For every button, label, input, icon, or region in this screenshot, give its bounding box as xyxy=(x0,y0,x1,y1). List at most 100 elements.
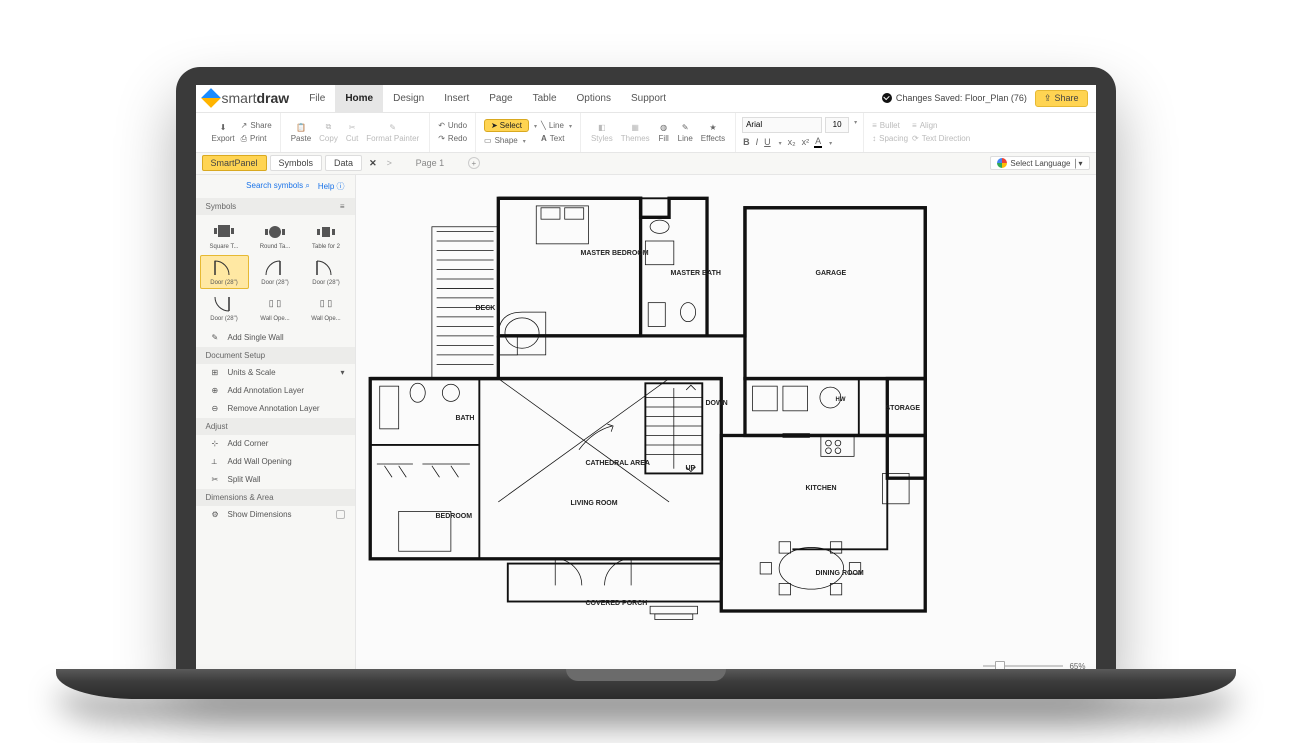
panel-close-button[interactable]: ✕ xyxy=(369,158,377,169)
cut-button[interactable]: ✂Cut xyxy=(342,121,362,143)
symbol-wall-opening-a[interactable]: ▯ ▯Wall Ope... xyxy=(251,291,300,325)
menu-support[interactable]: Support xyxy=(621,85,676,112)
brush-icon: ✎ xyxy=(387,121,399,133)
logo-text-1: smart xyxy=(222,90,257,106)
themes-button[interactable]: ▦Themes xyxy=(617,121,654,143)
superscript-button[interactable]: x² xyxy=(801,137,811,147)
effects-button[interactable]: ★Effects xyxy=(697,121,729,143)
drawing-canvas[interactable]: DECK MASTER BEDROOM MASTER BATH GARAGE B… xyxy=(356,175,1096,677)
opening-icon: ⟂ xyxy=(212,457,222,467)
format-painter-button[interactable]: ✎Format Painter xyxy=(362,121,423,143)
add-page-button[interactable]: + xyxy=(468,157,480,169)
paste-button[interactable]: 📋Paste xyxy=(287,121,315,143)
language-select[interactable]: Select Language │▾ xyxy=(990,156,1089,170)
select-tool[interactable]: ➤Select xyxy=(482,118,539,133)
chevron-down-icon: │▾ xyxy=(1073,159,1082,168)
align-icon: ≡ xyxy=(912,121,917,130)
label-garage: GARAGE xyxy=(816,270,847,277)
share-button[interactable]: ⇪ Share xyxy=(1035,90,1088,107)
check-icon xyxy=(882,93,892,103)
label-living: LIVING ROOM xyxy=(571,500,618,507)
add-wall-opening[interactable]: ⟂Add Wall Opening xyxy=(196,453,355,471)
font-color-button[interactable]: A xyxy=(814,136,822,148)
spacing-button[interactable]: ↕Spacing xyxy=(870,133,910,144)
add-corner[interactable]: ⊹Add Corner xyxy=(196,435,355,453)
show-dimensions[interactable]: ⚙Show Dimensions xyxy=(196,506,355,524)
language-label: Select Language xyxy=(1010,159,1070,168)
symbol-door-28-d[interactable]: Door (28") xyxy=(200,291,249,325)
help-icon: ⓘ xyxy=(337,182,345,191)
underline-dropdown[interactable] xyxy=(776,137,783,147)
export-button[interactable]: ⬇ Export xyxy=(208,121,239,143)
label-bath: BATH xyxy=(456,415,475,422)
undo-button[interactable]: ↶Undo xyxy=(436,120,469,131)
align-button[interactable]: ≡Align xyxy=(910,120,972,131)
styles-button[interactable]: ◧Styles xyxy=(587,121,617,143)
tab-smartpanel[interactable]: SmartPanel xyxy=(202,155,267,171)
shape-tool[interactable]: ▭Shape xyxy=(482,135,539,146)
clipboard-icon: 📋 xyxy=(295,121,307,133)
share-icon: ↗ xyxy=(241,121,248,130)
remove-annotation-layer[interactable]: ⊖Remove Annotation Layer xyxy=(196,400,355,418)
subscript-button[interactable]: x₂ xyxy=(787,137,797,147)
menu-home[interactable]: Home xyxy=(335,85,383,112)
undo-icon: ↶ xyxy=(438,121,445,130)
print-button[interactable]: ⎙Print xyxy=(239,133,274,145)
app-logo: smartdraw xyxy=(204,90,290,106)
symbol-door-28-selected[interactable]: Door (28") xyxy=(200,255,249,289)
tab-data[interactable]: Data xyxy=(325,155,362,171)
menu-options[interactable]: Options xyxy=(567,85,621,112)
gear-icon: ⚙ xyxy=(212,510,222,520)
menu-design[interactable]: Design xyxy=(383,85,434,112)
fill-button[interactable]: ◍Fill xyxy=(654,121,674,143)
bold-button[interactable]: B xyxy=(742,137,751,147)
text-tool[interactable]: AText xyxy=(539,133,574,144)
document-setup-header: Document Setup xyxy=(196,347,355,364)
line-style-button[interactable]: ✎Line xyxy=(674,121,697,143)
bullet-button[interactable]: ≡Bullet xyxy=(870,120,910,131)
cut-icon: ✂ xyxy=(346,121,358,133)
units-scale[interactable]: ⊞Units & Scale▾ xyxy=(196,364,355,382)
add-annotation-layer[interactable]: ⊕Add Annotation Layer xyxy=(196,382,355,400)
redo-button[interactable]: ↷Redo xyxy=(436,133,469,144)
menu-insert[interactable]: Insert xyxy=(434,85,479,112)
page-prev[interactable]: > xyxy=(387,158,392,168)
symbol-table-for-2[interactable]: Table for 2 xyxy=(302,219,351,253)
size-dropdown[interactable] xyxy=(852,117,857,133)
symbol-square-table[interactable]: Square T... xyxy=(200,219,249,253)
copy-button[interactable]: ⧉Copy xyxy=(315,121,342,143)
search-symbols-link[interactable]: Search symbols ⌕ xyxy=(246,181,310,192)
menu-file[interactable]: File xyxy=(299,85,335,112)
split-wall[interactable]: ✂Split Wall xyxy=(196,471,355,489)
bullet-icon: ≡ xyxy=(872,121,877,130)
zoom-slider[interactable] xyxy=(983,665,1063,667)
symbol-round-table[interactable]: Round Ta... xyxy=(251,219,300,253)
label-master-bedroom: MASTER BEDROOM xyxy=(581,250,649,257)
tab-symbols[interactable]: Symbols xyxy=(270,155,323,171)
menu-icon[interactable]: ≡ xyxy=(340,202,345,211)
font-select[interactable] xyxy=(742,117,822,133)
add-single-wall[interactable]: ✎Add Single Wall xyxy=(196,329,355,347)
pen-icon: ✎ xyxy=(679,121,691,133)
ruler-icon: ⊞ xyxy=(212,368,222,378)
print-icon: ⎙ xyxy=(241,134,247,144)
symbol-door-28-c[interactable]: Door (28") xyxy=(302,255,351,289)
page-tab[interactable]: Page 1 xyxy=(400,158,460,168)
symbol-door-28-b[interactable]: Door (28") xyxy=(251,255,300,289)
line-tool[interactable]: ╲Line xyxy=(539,120,574,131)
select-dropdown[interactable] xyxy=(532,121,537,130)
help-link[interactable]: Help ⓘ xyxy=(318,181,345,192)
symbol-wall-opening-b[interactable]: ▯ ▯Wall Ope... xyxy=(302,291,351,325)
text-icon: A xyxy=(541,134,547,143)
label-master-bath: MASTER BATH xyxy=(671,270,721,277)
text-direction-button[interactable]: ⟳Text Direction xyxy=(910,133,972,144)
layer-add-icon: ⊕ xyxy=(212,386,222,396)
underline-button[interactable]: U xyxy=(763,137,772,147)
italic-button[interactable]: I xyxy=(755,137,760,147)
checkbox[interactable] xyxy=(336,510,345,519)
font-size-input[interactable] xyxy=(825,117,849,133)
menu-table[interactable]: Table xyxy=(523,85,567,112)
label-bedroom: BEDROOM xyxy=(436,513,473,520)
menu-page[interactable]: Page xyxy=(479,85,522,112)
share-ribbon-button[interactable]: ↗Share xyxy=(239,120,274,131)
